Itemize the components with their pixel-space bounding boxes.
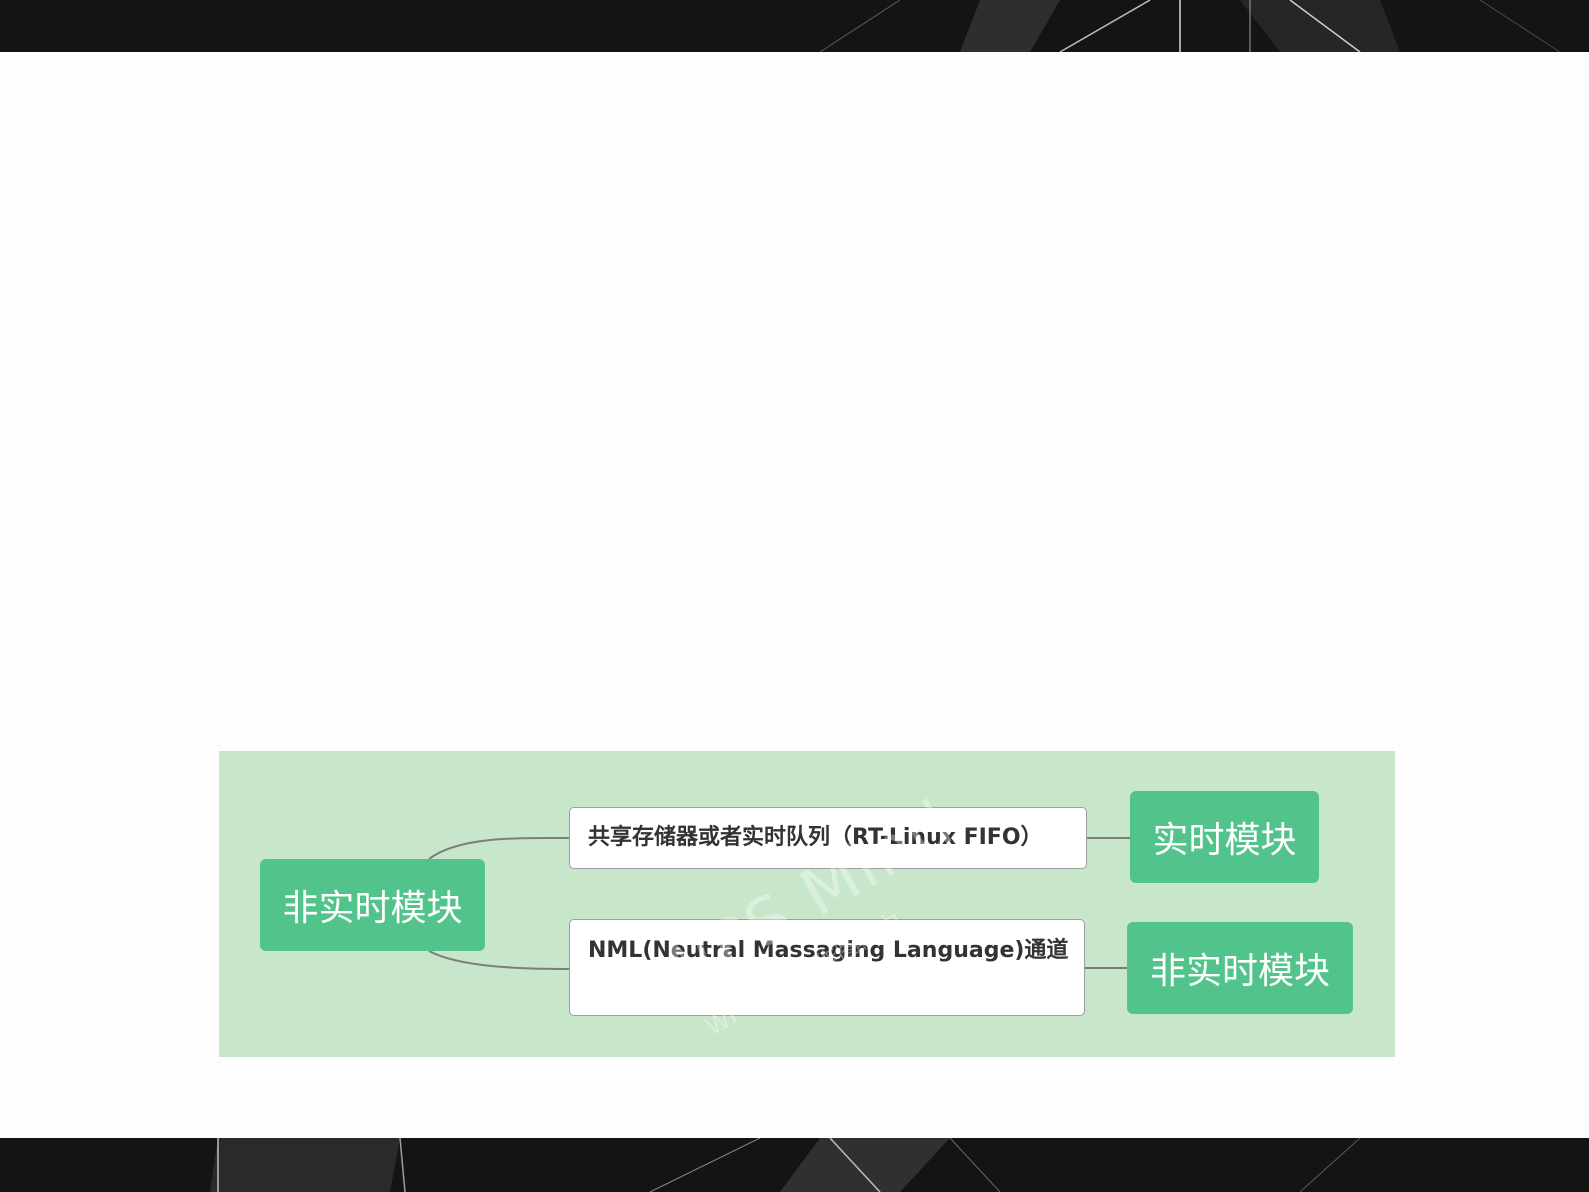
- channel-node-shared-memory: 共享存储器或者实时队列（RT-Linux FIFO）: [569, 807, 1087, 869]
- target-node-realtime-module: 实时模块: [1130, 791, 1319, 883]
- bottom-band-lines: [210, 1138, 1361, 1192]
- channel-node-nml: NML(Neutral Massaging Language)通道: [569, 919, 1085, 1016]
- root-node-non-realtime-module: 非实时模块: [260, 859, 485, 951]
- connector-root-channel-1: [428, 836, 570, 860]
- connector-root-channel-2: [428, 950, 570, 970]
- top-decorative-band: [0, 0, 1589, 52]
- bottom-decorative-band: [0, 1138, 1589, 1192]
- target-node-non-realtime-module: 非实时模块: [1127, 922, 1353, 1014]
- mind-map-panel: 非实时模块 共享存储器或者实时队列（RT-Linux FIFO） NML(Neu…: [219, 751, 1395, 1057]
- top-band-lines: [819, 0, 1561, 52]
